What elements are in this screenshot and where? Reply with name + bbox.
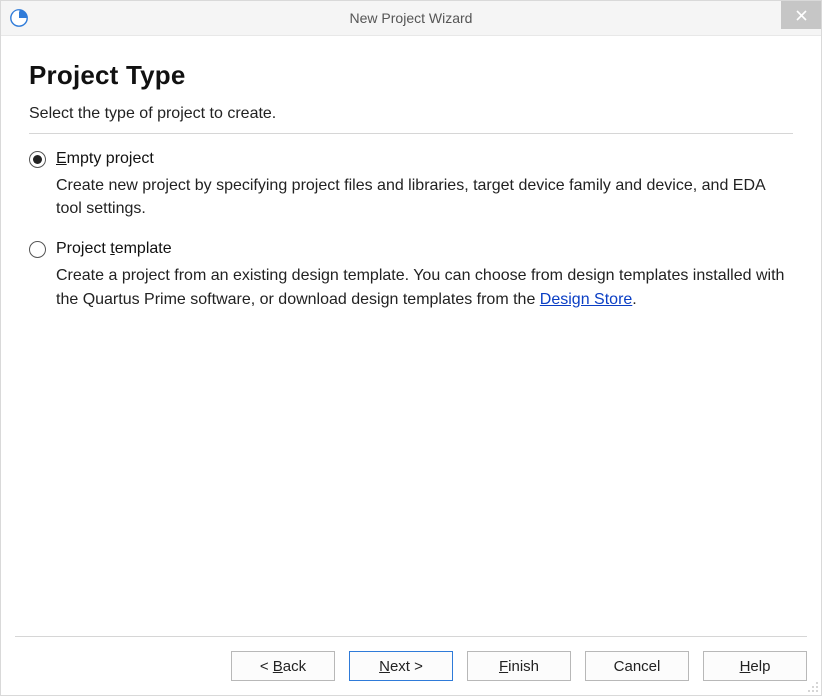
content-area: Project Type Select the type of project …	[1, 36, 821, 636]
window-title: New Project Wizard	[1, 10, 821, 26]
option-project-template-desc: Create a project from an existing design…	[56, 264, 793, 310]
resize-grip-icon[interactable]	[807, 681, 819, 693]
design-store-link[interactable]: Design Store	[540, 291, 633, 308]
close-icon	[796, 10, 807, 21]
separator	[29, 133, 793, 134]
radio-empty-project[interactable]	[29, 151, 46, 168]
options-group: Empty project Create new project by spec…	[29, 150, 793, 630]
footer: < Back Next > Finish Cancel Help	[1, 636, 821, 695]
wizard-window: New Project Wizard Project Type Select t…	[0, 0, 822, 696]
radio-project-template[interactable]	[29, 241, 46, 258]
option-project-template-label[interactable]: Project template	[56, 240, 172, 258]
option-empty-project-label[interactable]: Empty project	[56, 150, 154, 168]
footer-separator	[15, 636, 807, 637]
next-button[interactable]: Next >	[349, 651, 453, 681]
option-empty-project-desc: Create new project by specifying project…	[56, 174, 793, 220]
option-empty-project: Empty project Create new project by spec…	[29, 150, 793, 220]
button-row: < Back Next > Finish Cancel Help	[15, 651, 807, 681]
cancel-button[interactable]: Cancel	[585, 651, 689, 681]
option-project-template: Project template Create a project from a…	[29, 240, 793, 310]
help-button[interactable]: Help	[703, 651, 807, 681]
finish-button[interactable]: Finish	[467, 651, 571, 681]
back-button[interactable]: < Back	[231, 651, 335, 681]
close-button[interactable]	[781, 1, 821, 29]
titlebar: New Project Wizard	[1, 1, 821, 36]
app-icon	[9, 8, 29, 28]
page-subtitle: Select the type of project to create.	[29, 105, 793, 123]
page-title: Project Type	[29, 60, 793, 91]
